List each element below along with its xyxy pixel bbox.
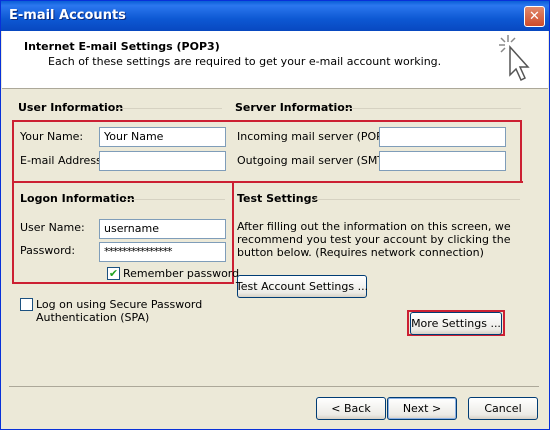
spa-label-line-2: Authentication (SPA) — [36, 311, 150, 324]
outgoing-server-input[interactable] — [379, 151, 506, 171]
test-settings-heading: Test Settings — [237, 192, 319, 205]
password-label: Password: — [20, 244, 76, 257]
user-information-heading: User Information — [18, 101, 124, 114]
cursor-sparkle-icon — [499, 35, 530, 82]
test-settings-line-3: button below. (Requires network connecti… — [237, 246, 484, 259]
cancel-button[interactable]: Cancel — [468, 397, 538, 420]
back-button[interactable]: < Back — [316, 397, 386, 420]
email-accounts-window: E-mail Accounts ✕ Internet E-mail Settin… — [0, 0, 550, 430]
divider — [346, 108, 521, 109]
spa-checkbox[interactable] — [20, 298, 33, 311]
remember-password-label: Remember password — [123, 267, 240, 280]
divider — [315, 199, 520, 200]
your-name-label: Your Name: — [20, 130, 84, 143]
password-input[interactable]: *************** — [99, 242, 226, 262]
user-name-input[interactable]: username — [99, 219, 226, 239]
email-address-label: E-mail Address: — [20, 154, 106, 167]
user-name-label: User Name: — [20, 221, 85, 234]
divider — [117, 108, 222, 109]
close-button[interactable]: ✕ — [524, 6, 545, 27]
wizard-header: Internet E-mail Settings (POP3) Each of … — [2, 31, 548, 89]
page-title: Internet E-mail Settings (POP3) — [24, 40, 220, 53]
logon-information-heading: Logon Information — [20, 192, 135, 205]
highlight-line — [232, 181, 523, 183]
email-address-input[interactable] — [99, 151, 226, 171]
incoming-server-label: Incoming mail server (POP3): — [237, 130, 398, 143]
window-title: E-mail Accounts — [9, 8, 126, 23]
outgoing-server-label: Outgoing mail server (SMTP): — [237, 154, 399, 167]
next-button[interactable]: Next > — [387, 397, 457, 420]
title-bar[interactable]: E-mail Accounts ✕ — [1, 1, 549, 31]
test-account-settings-button[interactable]: Test Account Settings ... — [236, 275, 368, 298]
page-subtitle: Each of these settings are required to g… — [48, 55, 442, 68]
incoming-server-input[interactable] — [379, 127, 506, 147]
more-settings-button[interactable]: More Settings ... — [410, 312, 502, 335]
spa-label-line-1: Log on using Secure Password — [36, 298, 203, 311]
server-information-heading: Server Information — [235, 101, 353, 114]
your-name-input[interactable]: Your Name — [99, 127, 226, 147]
checkmark-icon: ✔ — [108, 267, 119, 280]
footer-divider — [9, 386, 539, 387]
test-settings-line-1: After filling out the information on thi… — [237, 220, 511, 233]
test-settings-line-2: recommend you test your account by click… — [237, 233, 511, 246]
divider — [125, 199, 225, 200]
remember-password-checkbox[interactable]: ✔ — [107, 267, 120, 280]
close-icon: ✕ — [529, 9, 540, 24]
